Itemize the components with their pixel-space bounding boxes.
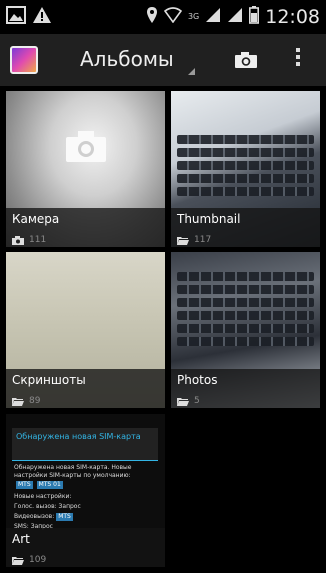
sim-chip: MTS 01 bbox=[36, 481, 63, 489]
keyboard-photo bbox=[171, 268, 320, 350]
sim-dialog-title: Обнаружена новая SIM-карта bbox=[16, 432, 141, 441]
folder-icon bbox=[177, 230, 189, 247]
sim-dialog-header: Обнаружена новая SIM-карта bbox=[12, 428, 158, 461]
folder-icon bbox=[12, 550, 24, 567]
sim-chip: MTS bbox=[16, 481, 33, 489]
dialog-text: Видеовызов: MTS bbox=[14, 513, 73, 521]
album-name: Photos bbox=[177, 373, 218, 387]
network-type: 3G bbox=[187, 12, 200, 21]
album-label: Art 109 bbox=[6, 528, 165, 567]
camera-placeholder-icon bbox=[64, 129, 108, 167]
dialog-chip-row: MTS MTS 01 bbox=[14, 481, 63, 489]
clock: 12:08 bbox=[265, 6, 320, 28]
location-icon bbox=[146, 6, 158, 28]
action-bar: Альбомы bbox=[0, 34, 326, 86]
sim-chip: MTS bbox=[56, 513, 73, 521]
album-name: Thumbnail bbox=[177, 212, 241, 226]
album-count: 117 bbox=[194, 234, 212, 245]
album-tile-thumbnail[interactable]: Thumbnail 117 bbox=[171, 91, 320, 247]
album-label: Thumbnail 117 bbox=[171, 208, 320, 247]
dialog-text: Новые настройки: bbox=[14, 493, 72, 500]
album-tile-photos[interactable]: Photos 5 bbox=[171, 252, 320, 408]
album-count: 5 bbox=[194, 395, 200, 406]
signal-icon bbox=[227, 7, 243, 27]
battery-icon bbox=[249, 6, 260, 28]
camera-icon[interactable] bbox=[234, 51, 258, 73]
album-tile-camera[interactable]: Камера 111 bbox=[6, 91, 165, 247]
gallery-app-icon[interactable] bbox=[10, 46, 38, 74]
image-icon bbox=[6, 6, 26, 28]
folder-icon bbox=[12, 391, 24, 408]
album-label: Скриншоты 89 bbox=[6, 369, 165, 408]
status-bar: 3G 12:08 bbox=[0, 0, 326, 34]
keyboard-photo bbox=[171, 131, 320, 200]
album-label: Photos 5 bbox=[171, 369, 320, 408]
album-label: Камера 111 bbox=[6, 208, 165, 247]
dialog-text: Обнаружена новая SIM-карта. Новые bbox=[14, 464, 132, 471]
folder-icon bbox=[177, 391, 189, 408]
dropdown-caret-icon bbox=[188, 68, 195, 75]
album-tile-art[interactable]: Обнаружена новая SIM-карта Обнаружена но… bbox=[6, 414, 165, 567]
album-name: Камера bbox=[12, 212, 60, 226]
dialog-text: Видеовызов: bbox=[14, 513, 55, 520]
camera-icon bbox=[12, 230, 24, 247]
dialog-text: настройки SIM-карты по умолчанию: bbox=[14, 472, 131, 479]
album-view-selector[interactable]: Альбомы bbox=[80, 47, 174, 71]
album-count: 89 bbox=[29, 395, 41, 406]
wifi-icon bbox=[163, 7, 183, 27]
album-count: 109 bbox=[29, 554, 47, 565]
album-name: Art bbox=[12, 532, 30, 546]
album-tile-screenshots[interactable]: Скриншоты 89 bbox=[6, 252, 165, 408]
warning-icon bbox=[32, 6, 52, 28]
album-name: Скриншоты bbox=[12, 373, 86, 387]
album-count: 111 bbox=[29, 234, 47, 245]
dialog-text: Голос. вызов: Запрос bbox=[14, 503, 81, 510]
overflow-menu-icon[interactable] bbox=[296, 48, 300, 69]
signal-icon bbox=[205, 7, 221, 27]
